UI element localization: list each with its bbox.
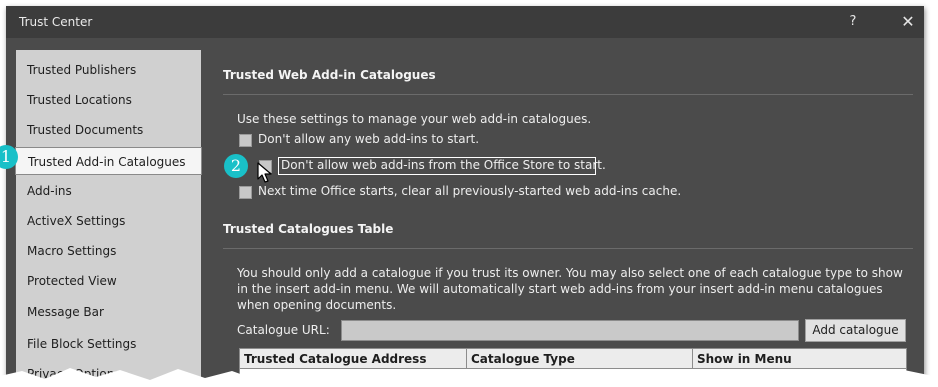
torn-edge-decoration (0, 368, 938, 387)
screenshot-stage: Trust Center ? ✕ Trusted Publishers Trus… (0, 0, 938, 387)
